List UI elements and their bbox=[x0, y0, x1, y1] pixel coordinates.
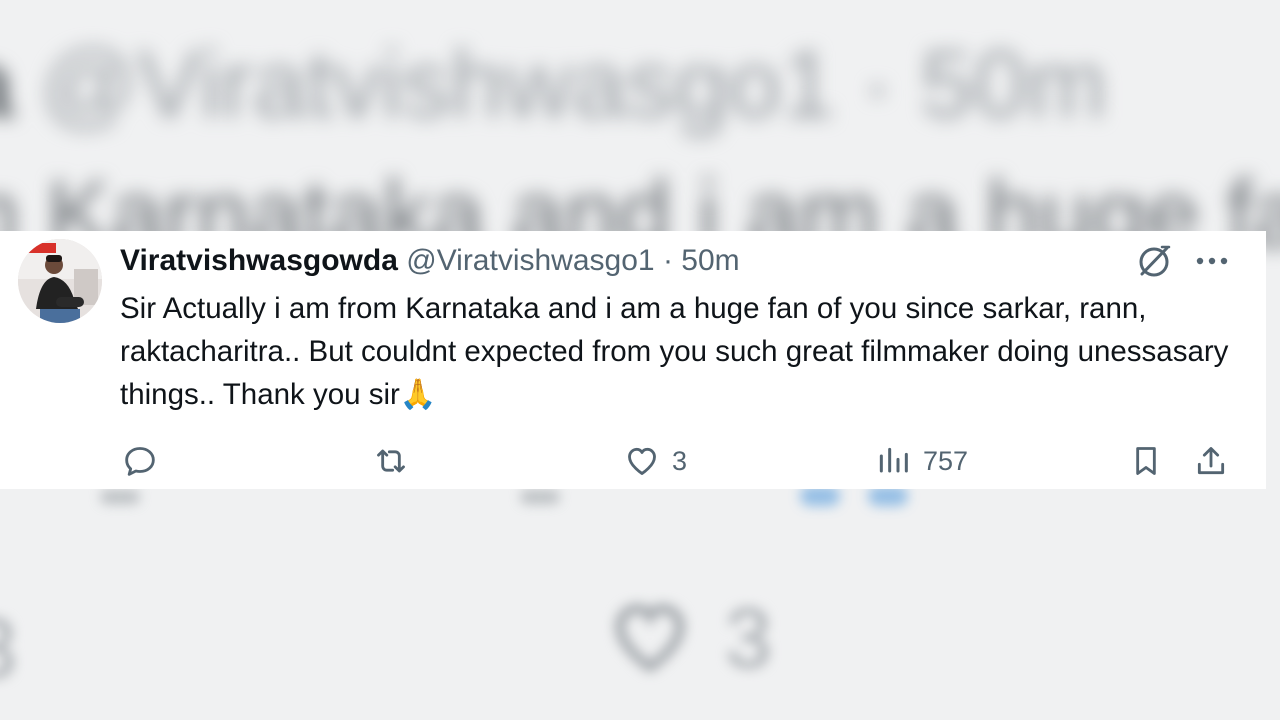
heart-icon bbox=[628, 447, 656, 475]
avatar-image bbox=[18, 239, 102, 323]
view-count: 757 bbox=[923, 445, 969, 476]
avatar[interactable] bbox=[18, 239, 102, 323]
reply-button[interactable] bbox=[120, 439, 160, 483]
like-button[interactable]: 3 bbox=[622, 439, 687, 483]
display-name[interactable]: Viratvishwasgowda bbox=[120, 244, 398, 277]
user-handle[interactable]: @Viratvishwasgo1 bbox=[406, 244, 654, 277]
grok-icon[interactable] bbox=[1134, 241, 1174, 281]
more-icon[interactable] bbox=[1192, 241, 1232, 281]
blurred-edge-number: 3 bbox=[0, 600, 17, 697]
like-count: 3 bbox=[672, 445, 688, 476]
blurred-handle-fragment: @Viratvishwasgo1 · 50m bbox=[13, 31, 1107, 138]
separator-dot: · bbox=[662, 244, 673, 277]
views-button[interactable]: 757 bbox=[873, 439, 968, 483]
share-button[interactable] bbox=[1191, 439, 1231, 483]
share-icon bbox=[1197, 447, 1225, 475]
tweet-text: Sir Actually i am from Karnataka and i a… bbox=[120, 292, 1229, 411]
blurred-emoji bbox=[800, 486, 840, 506]
tweet-card[interactable]: Viratvishwasgowda @Viratvishwasgo1 · 50m… bbox=[0, 231, 1266, 489]
retweet-button[interactable] bbox=[370, 439, 412, 483]
blurred-shape bbox=[100, 490, 140, 504]
blurred-emoji bbox=[868, 486, 908, 506]
timestamp[interactable]: 50m bbox=[681, 244, 739, 277]
blurred-header-line: a @Viratvishwasgo1 · 50m bbox=[0, 30, 1107, 140]
tweet-header: Viratvishwasgowda @Viratvishwasgo1 · 50m bbox=[120, 243, 740, 279]
blurred-shape bbox=[520, 490, 560, 504]
views-icon bbox=[879, 447, 908, 473]
bookmark-icon bbox=[1136, 447, 1156, 475]
retweet-icon bbox=[377, 449, 405, 473]
bookmark-button[interactable] bbox=[1126, 439, 1166, 483]
blurred-heart-icon bbox=[615, 604, 685, 673]
blurred-like-count: 3 bbox=[725, 591, 772, 685]
blurred-name-fragment: a bbox=[0, 31, 13, 138]
reply-icon bbox=[125, 447, 155, 476]
